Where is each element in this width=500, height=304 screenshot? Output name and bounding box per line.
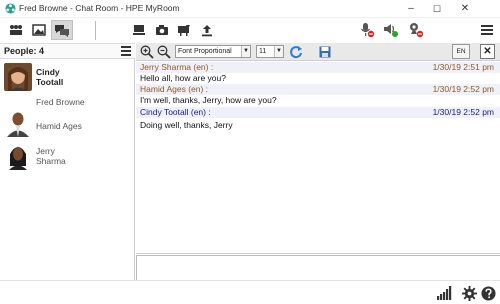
person-name: Jerry Sharma [36,146,66,166]
minimize-button[interactable]: – [398,0,424,18]
people-panel: People: 4 Cindy Tootall Fred Browne Hami… [0,43,135,280]
message-sender: Jerry Sharma (en) : [140,62,214,72]
people-menu-icon[interactable] [121,46,131,56]
signal-strength-icon [437,286,452,300]
font-size-value: 11 [259,48,267,55]
message-text: I'm well, thanks, Jerry, how are you? [140,95,277,105]
people-count: People: 4 [4,46,45,56]
maximize-button[interactable]: ☐ [424,0,450,18]
close-chat-button[interactable]: ✕ [480,44,495,59]
zoom-out-icon[interactable] [157,45,171,59]
message-header: Cindy Tootall (en) : 1/30/19 2:52 pm [136,107,500,118]
person-item[interactable]: Hamid Ages [0,109,135,145]
microphone-button[interactable] [356,20,378,40]
hamburger-icon [481,25,493,35]
whiteboard-icon [178,25,190,36]
people-icon [10,25,22,35]
avatar [4,142,32,170]
webcam-button[interactable] [405,20,427,40]
message-sender: Cindy Tootall (en) : [140,107,211,117]
person-name: Hamid Ages [36,121,82,131]
help-button[interactable] [480,285,496,301]
message-text: Doing well, thanks, Jerry [140,120,233,130]
share-desktop-button[interactable] [128,20,150,40]
person-name: Cindy Tootall [36,67,64,87]
chevron-down-icon: ▼ [241,46,250,57]
message-timestamp: 1/30/19 2:52 pm [432,84,494,94]
refresh-icon[interactable] [289,45,303,59]
chevron-down-icon: ▼ [274,46,283,57]
camera-button[interactable] [151,20,173,40]
settings-button[interactable] [461,285,477,301]
person-photo-icon [4,109,32,137]
save-icon[interactable] [319,46,331,58]
message-timestamp: 1/30/19 2:51 pm [432,62,494,72]
upload-button[interactable] [196,20,218,40]
main-toolbar [0,18,500,43]
image-icon [32,24,46,36]
message-text: Hello all, how are you? [140,73,226,83]
hpe-myroom-logo-icon [5,3,16,14]
font-select[interactable]: Font Proportional ▼ [175,45,251,58]
message-list: Jerry Sharma (en) : 1/30/19 2:51 pm Hell… [136,62,500,254]
zoom-in-icon[interactable] [140,45,154,59]
window-title: Fred Browne - Chat Room - HPE MyRoom [19,3,180,13]
main-menu-button[interactable] [476,20,498,40]
upload-icon [202,24,212,36]
help-icon [480,285,496,301]
message-input[interactable] [136,255,500,280]
person-photo-icon [4,63,32,91]
desktop-icon [133,25,145,35]
person-photo-icon [4,142,32,170]
avatar [4,63,32,91]
gear-icon [461,285,477,301]
title-bar: Fred Browne - Chat Room - HPE MyRoom – ☐… [0,0,500,18]
people-view-button[interactable] [5,20,27,40]
font-size-select[interactable]: 11 ▼ [256,45,284,58]
person-name: Fred Browne [36,97,85,107]
chat-view-button[interactable] [51,20,73,40]
whiteboard-button[interactable] [173,20,195,40]
image-view-button[interactable] [28,20,50,40]
close-window-button[interactable]: ✕ [452,0,478,18]
message-header: Jerry Sharma (en) : 1/30/19 2:51 pm [136,62,500,73]
connection-quality-button[interactable] [437,285,453,301]
camera-icon [156,25,168,35]
speaker-icon [384,24,398,37]
microphone-muted-icon [361,23,375,38]
message-timestamp: 1/30/19 2:52 pm [432,107,494,117]
webcam-muted-icon [410,23,424,38]
message-sender: Hamid Ages (en) : [140,84,209,94]
status-bar [0,280,500,304]
avatar [4,109,32,137]
speaker-button[interactable] [380,20,402,40]
message-header: Hamid Ages (en) : 1/30/19 2:52 pm [136,84,500,95]
person-item[interactable]: Jerry Sharma [0,142,135,178]
chat-format-toolbar: Font Proportional ▼ 11 ▼ EN ✕ [136,43,500,61]
people-header: People: 4 [0,43,135,59]
toolbar-separator [95,21,96,40]
font-select-value: Font Proportional [178,48,232,55]
chat-bubbles-icon [55,24,69,37]
language-button[interactable]: EN [452,44,470,59]
